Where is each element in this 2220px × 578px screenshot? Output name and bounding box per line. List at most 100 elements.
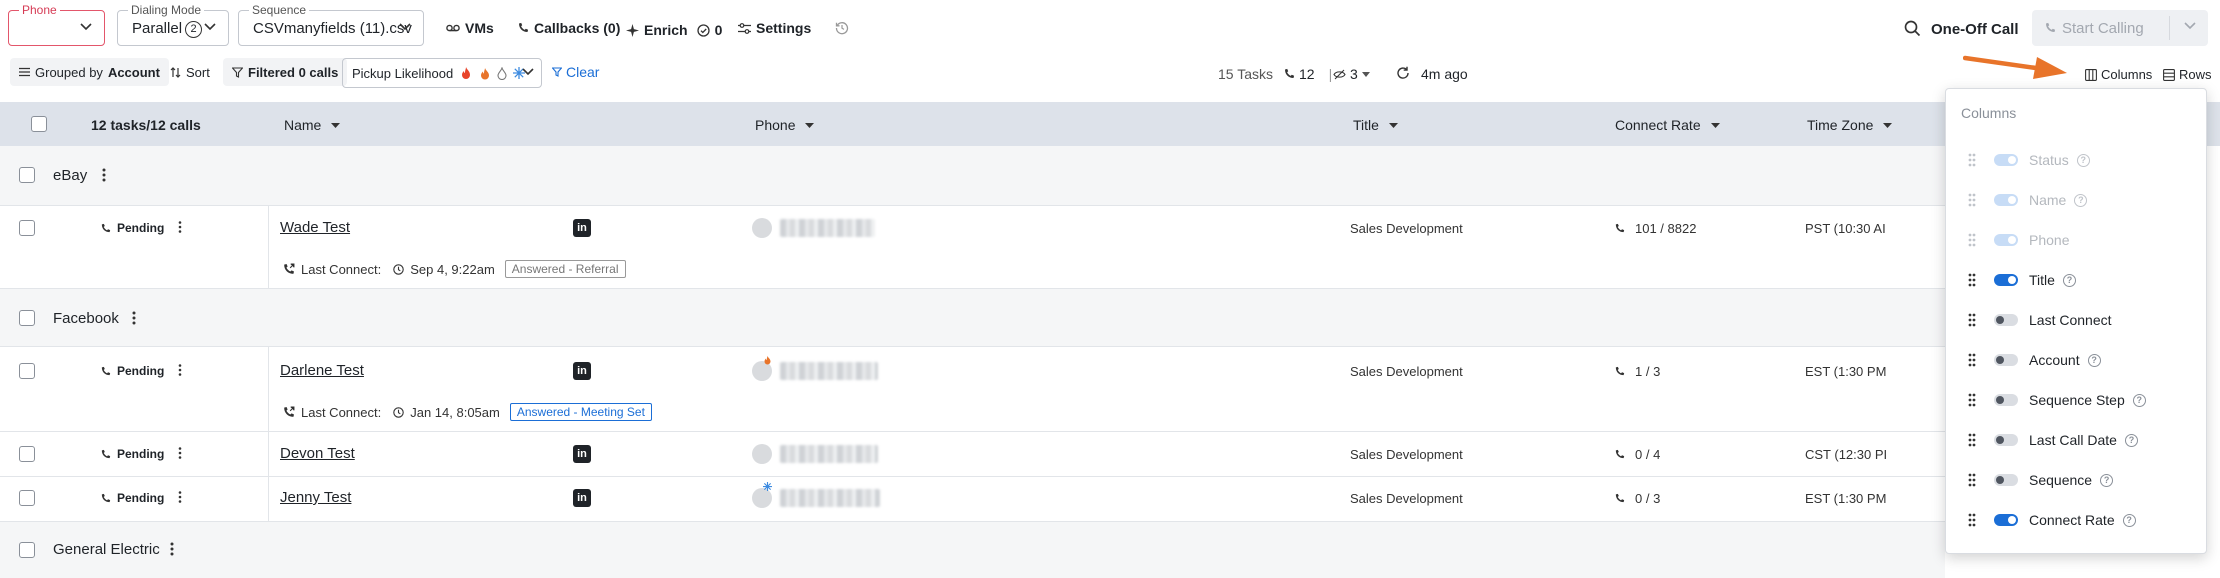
help-icon[interactable]: ? [2122, 513, 2136, 527]
list-icon [19, 67, 30, 77]
filter-button[interactable]: Filtered 0 calls [223, 58, 348, 86]
column-option-label: Phone [2029, 232, 2070, 248]
more-vertical-icon[interactable] [178, 221, 182, 233]
contact-name-link[interactable]: Jenny Test [280, 489, 351, 506]
column-header-title[interactable]: Title [1353, 117, 1398, 133]
chevron-down-icon[interactable] [2184, 22, 2196, 30]
drag-handle-icon[interactable] [1968, 273, 1976, 287]
column-toggle[interactable] [1994, 394, 2018, 406]
sort-button[interactable]: Sort [161, 58, 219, 86]
column-option-phone[interactable]: Phone [1946, 220, 2206, 260]
drag-handle-icon[interactable] [1968, 193, 1976, 207]
column-option-sequence-step[interactable]: Sequence Step? [1946, 380, 2206, 420]
column-header-name[interactable]: Name [284, 117, 341, 133]
more-vertical-icon[interactable] [178, 364, 182, 376]
status-pending[interactable]: Pending [100, 221, 164, 235]
drag-handle-icon[interactable] [1968, 353, 1976, 367]
drag-handle-icon[interactable] [1968, 233, 1976, 247]
help-icon[interactable]: ? [2062, 273, 2076, 287]
vms-button[interactable]: VMs [446, 20, 494, 36]
phone-number-blurred[interactable] [752, 218, 875, 238]
column-option-status[interactable]: Status? [1946, 140, 2206, 180]
help-icon[interactable]: ? [2074, 193, 2088, 207]
group-checkbox[interactable] [19, 310, 35, 326]
column-toggle[interactable] [1994, 434, 2018, 446]
column-header-phone[interactable]: Phone [755, 117, 815, 133]
drag-handle-icon[interactable] [1968, 153, 1976, 167]
last-updated-value: 4m ago [1421, 66, 1468, 82]
linkedin-icon[interactable]: in [573, 445, 591, 463]
drag-handle-icon[interactable] [1968, 393, 1976, 407]
help-icon[interactable]: ? [2076, 153, 2090, 167]
help-icon[interactable]: ? [2124, 433, 2138, 447]
column-header-time-zone[interactable]: Time Zone [1807, 117, 1893, 133]
contact-name-link[interactable]: Wade Test [280, 219, 350, 236]
help-icon[interactable]: ? [2087, 353, 2101, 367]
more-vertical-icon[interactable] [102, 168, 106, 182]
column-toggle[interactable] [1994, 274, 2018, 286]
sequence-select[interactable]: Sequence CSVmanyfields (11).csv [238, 2, 424, 46]
one-off-call-button[interactable]: One-Off Call [1931, 21, 2019, 38]
phone-avatar-icon [752, 218, 772, 238]
contact-name-link[interactable]: Devon Test [280, 445, 355, 462]
status-pending[interactable]: Pending [100, 491, 164, 505]
column-toggle[interactable] [1994, 474, 2018, 486]
drag-handle-icon[interactable] [1968, 473, 1976, 487]
settings-button[interactable]: Settings [738, 20, 811, 36]
column-toggle[interactable] [1994, 514, 2018, 526]
column-toggle[interactable] [1994, 314, 2018, 326]
select-all-checkbox[interactable] [31, 116, 47, 132]
help-icon[interactable]: ? [2100, 473, 2114, 487]
help-icon[interactable]: ? [2132, 393, 2146, 407]
group-checkbox[interactable] [19, 542, 35, 558]
drag-handle-icon[interactable] [1968, 433, 1976, 447]
more-vertical-icon[interactable] [170, 542, 174, 556]
group-by-button[interactable]: Grouped by Account [10, 58, 169, 86]
column-option-sequence[interactable]: Sequence? [1946, 460, 2206, 500]
row-checkbox[interactable] [19, 490, 35, 506]
grouped-by-prefix: Grouped by [35, 64, 103, 80]
hidden-count-dropdown[interactable]: 3 [1333, 66, 1370, 82]
linkedin-icon[interactable]: in [573, 219, 591, 237]
status-pending[interactable]: Pending [100, 364, 164, 378]
clear-filters-button[interactable]: Clear [552, 64, 599, 80]
column-option-last-call-date[interactable]: Last Call Date? [1946, 420, 2206, 460]
search-icon[interactable] [1904, 20, 1921, 37]
settings-label: Settings [756, 20, 812, 36]
group-checkbox[interactable] [19, 167, 35, 183]
row-checkbox[interactable] [19, 363, 35, 379]
dialing-mode-select[interactable]: Dialing Mode Parallel 2 [117, 2, 229, 46]
row-checkbox[interactable] [19, 220, 35, 236]
enrich-button[interactable]: Enrich 0 [626, 22, 722, 38]
tasks-count: 15 Tasks [1218, 66, 1273, 82]
column-header-connect-rate[interactable]: Connect Rate [1615, 117, 1720, 133]
column-option-account[interactable]: Account? [1946, 340, 2206, 380]
refresh-icon[interactable] [1396, 66, 1410, 80]
more-vertical-icon[interactable] [132, 311, 136, 325]
phone-number-blurred[interactable] [752, 482, 880, 508]
callbacks-button[interactable]: Callbacks (0) [517, 20, 620, 36]
linkedin-icon[interactable]: in [573, 362, 591, 380]
rows-button[interactable]: Rows [2163, 67, 2212, 82]
row-checkbox[interactable] [19, 446, 35, 462]
phone-number-blurred[interactable] [752, 355, 878, 381]
column-option-connect-rate[interactable]: Connect Rate? [1946, 500, 2206, 540]
phone-select[interactable]: Phone [8, 2, 105, 46]
drag-handle-icon[interactable] [1968, 513, 1976, 527]
drag-handle-icon[interactable] [1968, 313, 1976, 327]
linkedin-icon[interactable]: in [573, 489, 591, 507]
column-option-name[interactable]: Name? [1946, 180, 2206, 220]
verified-check-icon [696, 23, 710, 37]
history-icon[interactable] [835, 21, 849, 35]
status-pending[interactable]: Pending [100, 447, 164, 461]
phone-number-blurred[interactable] [752, 444, 878, 464]
more-vertical-icon[interactable] [178, 447, 182, 459]
contact-name-link[interactable]: Darlene Test [280, 362, 364, 379]
more-vertical-icon[interactable] [178, 491, 182, 503]
column-option-title[interactable]: Title? [1946, 260, 2206, 300]
column-toggle[interactable] [1994, 354, 2018, 366]
start-calling-button[interactable]: Start Calling [2032, 10, 2208, 46]
columns-button[interactable]: Columns [2085, 67, 2152, 82]
pickup-likelihood-select[interactable]: Pickup Likelihood [342, 58, 542, 88]
column-option-last-connect[interactable]: Last Connect [1946, 300, 2206, 340]
